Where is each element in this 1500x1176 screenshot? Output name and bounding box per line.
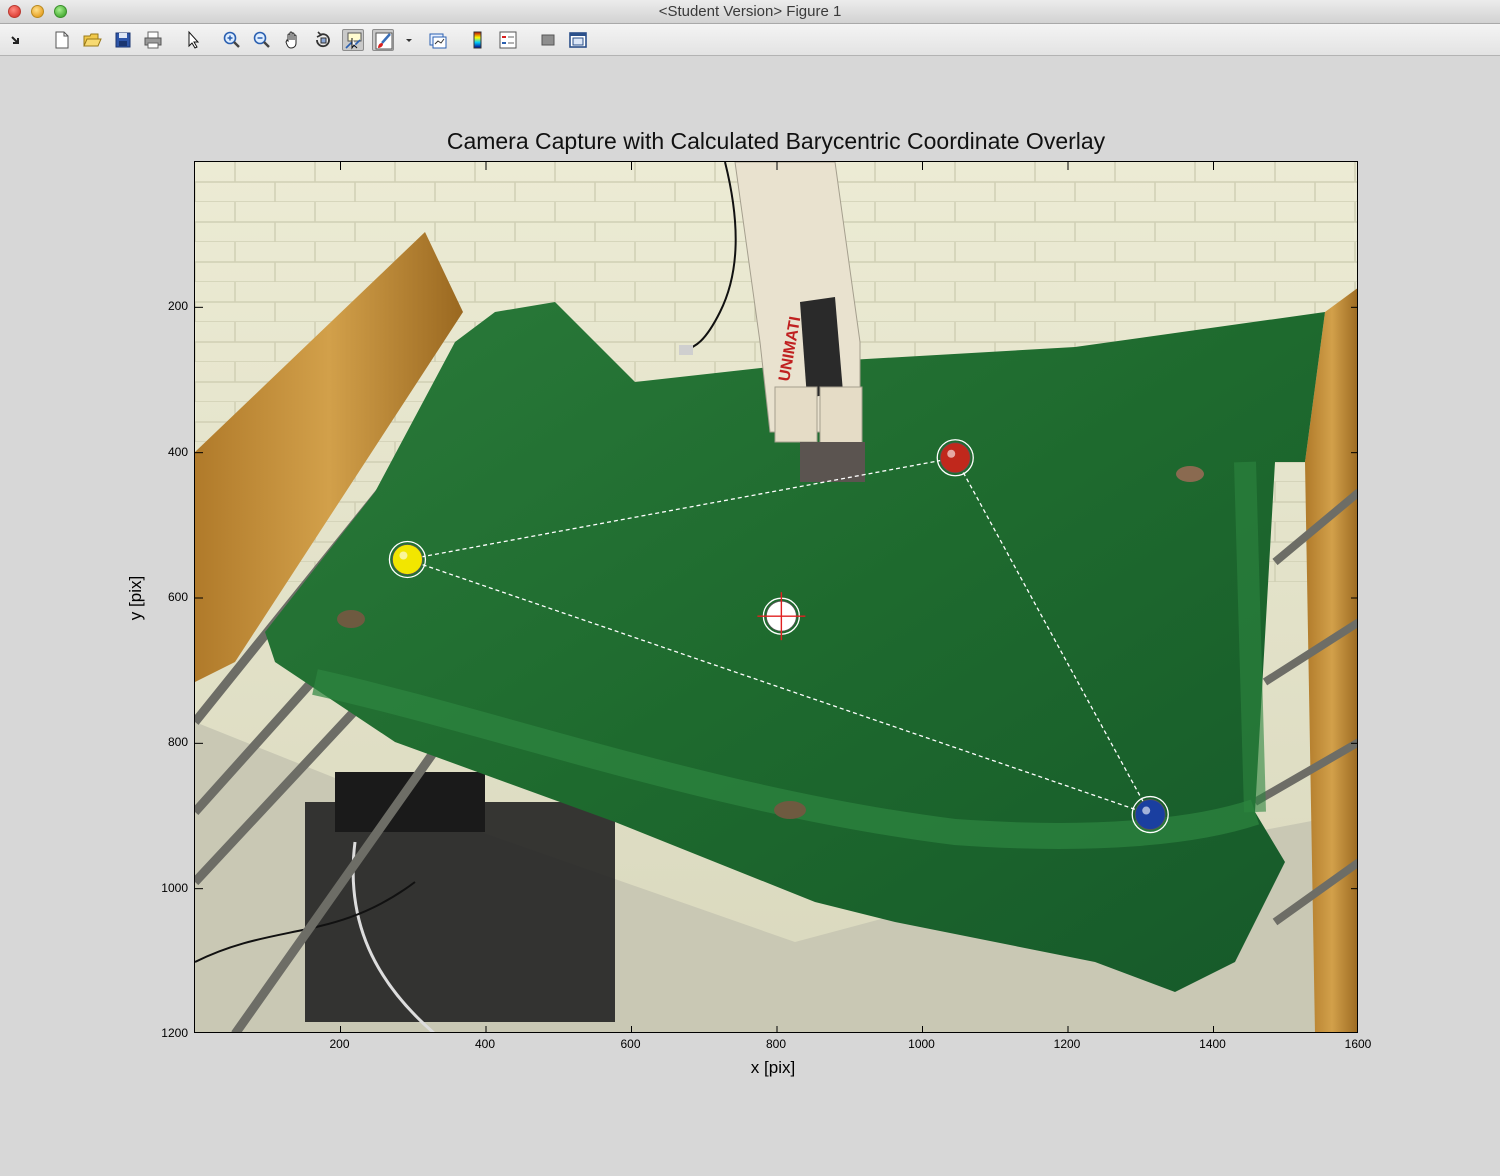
printer-icon [144,31,162,49]
new-figure-button[interactable] [51,29,73,51]
x-tick-label: 200 [329,1037,350,1051]
y-tick-label: 200 [167,299,188,314]
x-tick-label: 1600 [1344,1037,1372,1051]
y-tick-label: 600 [167,590,188,604]
link-plot-button[interactable] [427,29,449,51]
show-tools-icon [569,32,587,48]
window-title: <Student Version> Figure 1 [658,3,842,20]
zoom-in-icon [223,31,240,48]
x-tick-label: 800 [765,1037,787,1051]
y-tick-label: 1000 [161,880,188,895]
zoom-out-button[interactable] [251,29,273,51]
plot-axes[interactable]: UNIMATI [194,161,1358,1033]
x-tick-label: 400 [474,1037,496,1051]
y-axis-label: y [pix] [126,575,145,621]
print-figure-button[interactable] [142,29,164,51]
insert-legend-button[interactable] [497,29,519,51]
dock-button[interactable] [6,29,28,51]
link-plot-icon [429,33,447,49]
x-axis-label: x [pix] [750,1058,796,1077]
edit-plot-button[interactable] [183,29,205,51]
ball-marker [1131,795,1169,834]
brush-button[interactable] [372,29,394,51]
barycentric-triangle [404,457,1152,816]
ball-marker [936,439,974,477]
data-cursor-button[interactable] [342,29,364,51]
pan-button[interactable] [282,29,304,51]
window-title-bar: <Student Version> Figure 1 [0,0,1500,24]
rotate-3d-button[interactable] [312,29,334,51]
figure-toolbar [0,24,1500,56]
save-figure-button[interactable] [112,29,134,51]
brush-icon [375,32,393,50]
dropdown-arrow-icon [406,39,412,42]
arrow-pointer-icon [188,30,200,49]
legend-icon [499,31,517,49]
x-tick-label: 1400 [1199,1037,1226,1051]
open-file-button[interactable] [81,29,103,51]
zoom-out-icon [253,31,270,48]
dock-arrow-icon [11,36,19,44]
insert-colorbar-button[interactable] [467,29,489,51]
colorbar-icon [473,31,482,49]
hide-tools-icon [541,34,555,46]
save-disk-icon [115,32,131,48]
y-tick-label: 800 [167,735,188,750]
show-plot-tools-button[interactable] [567,29,589,51]
brush-dropdown-button[interactable] [398,29,412,51]
x-tick-label: 1200 [1053,1037,1081,1051]
barycentric-overlay [195,162,1357,1032]
ball-marker [388,540,427,579]
data-cursor-icon [345,32,362,50]
y-tick-label: 400 [167,444,188,459]
open-folder-icon [83,33,102,47]
x-tick-label: 600 [620,1037,641,1051]
hand-icon [285,31,297,49]
y-tick-label: 1200 [161,1026,188,1040]
new-file-icon [55,31,69,49]
rotate-3d-icon [316,31,330,48]
x-tick-label: 1000 [908,1037,935,1051]
hide-plot-tools-button[interactable] [537,29,559,51]
plot-title: Camera Capture with Calculated Barycentr… [446,128,1106,154]
zoom-in-button[interactable] [221,29,243,51]
